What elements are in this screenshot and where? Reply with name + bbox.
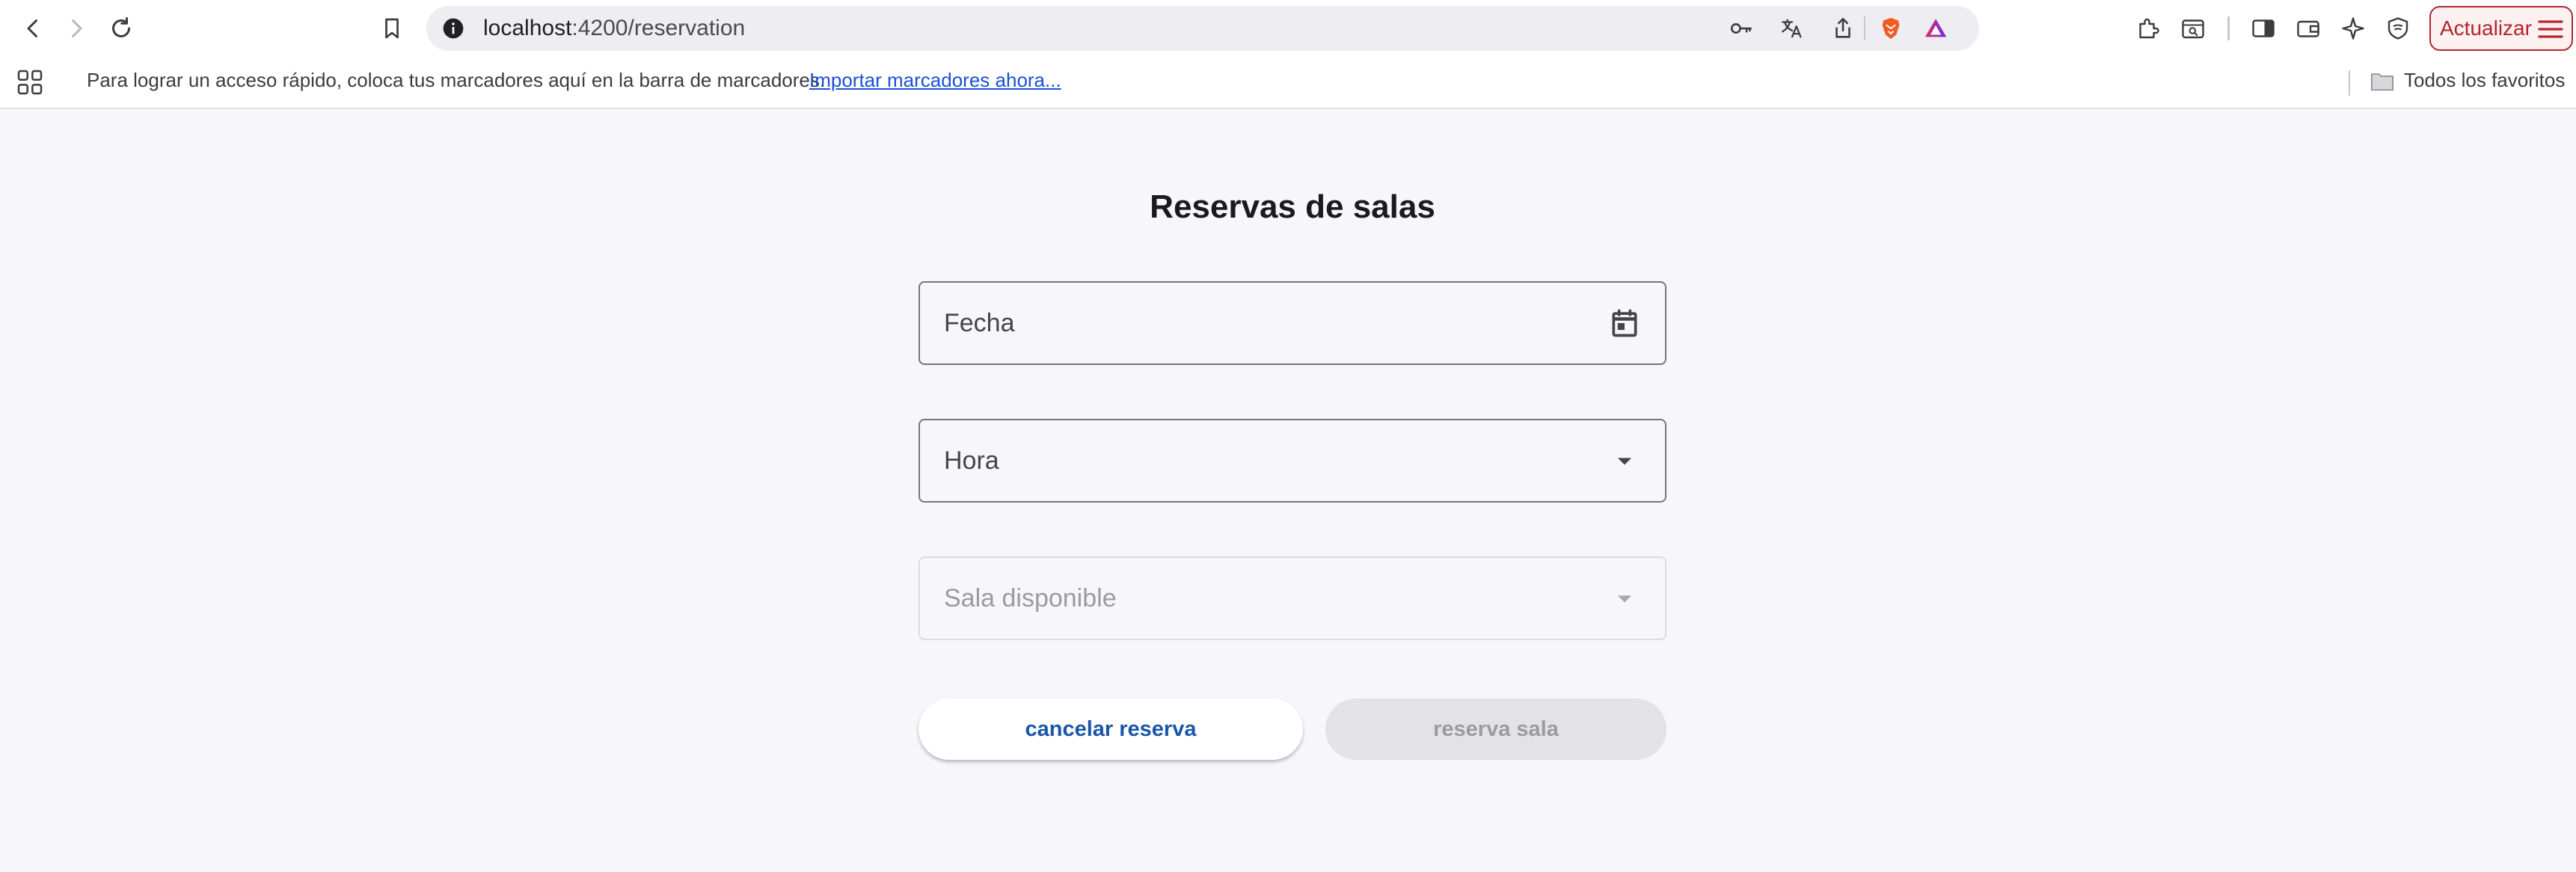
url-host: localhost [483, 16, 572, 40]
share-icon [1836, 17, 1850, 38]
page-title: Reservas de salas [1150, 188, 1435, 225]
arrow-right-icon [72, 19, 82, 37]
rewards-button[interactable] [1922, 15, 1949, 42]
extensions-button[interactable] [2133, 13, 2163, 43]
sidebar-button[interactable] [2248, 13, 2278, 43]
search-tab-icon [2182, 19, 2204, 39]
address-bar[interactable]: localhost:4200/reservation [426, 6, 1979, 51]
import-bookmarks-link[interactable]: Importar marcadores ahora... [809, 57, 1061, 109]
bookmarks-divider [2349, 70, 2350, 96]
translate-icon [1782, 19, 1802, 38]
time-select-label: Hora [944, 446, 999, 475]
folder-icon [2370, 73, 2394, 91]
url-text[interactable]: localhost:4200/reservation [483, 6, 745, 51]
brave-shields-button[interactable] [1877, 15, 1904, 42]
date-field-label: Fecha [944, 309, 1015, 337]
reload-icon [112, 17, 130, 37]
puzzle-icon [2139, 18, 2159, 39]
leo-button[interactable] [2338, 13, 2368, 43]
bookmark-icon [385, 18, 399, 39]
reload-button[interactable] [103, 10, 139, 46]
translate-button[interactable] [1779, 15, 1806, 42]
cancel-reservation-button[interactable]: cancelar reserva [919, 698, 1303, 760]
calendar-icon [1612, 309, 1637, 337]
room-select-label: Sala disponible [944, 584, 1117, 612]
reservation-page: Reservas de salas Fecha Hora Sala dispon… [0, 111, 2576, 872]
wallet-icon [2297, 20, 2319, 37]
sidebar-icon [2252, 19, 2275, 37]
room-select: Sala disponible [919, 556, 1666, 640]
bookmarks-bar: Para lograr un acceso rápido, coloca tus… [0, 57, 2576, 109]
time-select[interactable]: Hora [919, 419, 1666, 503]
sparkle-icon [2342, 17, 2364, 40]
reserve-room-button: reserva sala [1325, 698, 1666, 760]
vpn-button[interactable] [2383, 13, 2413, 43]
triangle-icon [1925, 19, 1947, 37]
datepicker-toggle[interactable] [1607, 305, 1643, 341]
arrow-left-icon [27, 19, 37, 37]
info-icon[interactable] [441, 16, 465, 40]
all-bookmarks-button[interactable]: Todos los favoritos [2404, 57, 2565, 109]
forward-button[interactable] [58, 10, 94, 46]
toolbar-divider [2227, 16, 2230, 40]
dropdown-arrow-icon [1617, 458, 1632, 465]
update-button[interactable]: Actualizar [2429, 6, 2573, 51]
brave-lion-icon [1882, 17, 1900, 40]
key-icon [1730, 23, 1752, 34]
search-tabs-button[interactable] [2178, 13, 2208, 43]
shield-icon [2388, 17, 2408, 40]
password-button[interactable] [1728, 15, 1755, 42]
time-select-arrow [1607, 443, 1643, 479]
bookmarks-hint-text: Para lograr un acceso rápido, coloca tus… [87, 69, 826, 91]
wallet-button[interactable] [2293, 13, 2323, 43]
share-button[interactable] [1830, 15, 1856, 42]
hamburger-icon [2538, 20, 2563, 38]
apps-grid-icon[interactable] [15, 67, 45, 97]
omnibox-divider [1864, 16, 1865, 40]
bookmark-page-button[interactable] [374, 10, 410, 46]
back-button[interactable] [15, 10, 51, 46]
update-label: Actualizar [2440, 16, 2532, 40]
dropdown-arrow-icon [1617, 595, 1632, 603]
url-path: :4200/reservation [571, 16, 746, 40]
browser-toolbar: localhost:4200/reservation Actualizar [0, 0, 2576, 57]
date-field[interactable]: Fecha [919, 281, 1666, 365]
room-select-arrow [1607, 580, 1643, 616]
